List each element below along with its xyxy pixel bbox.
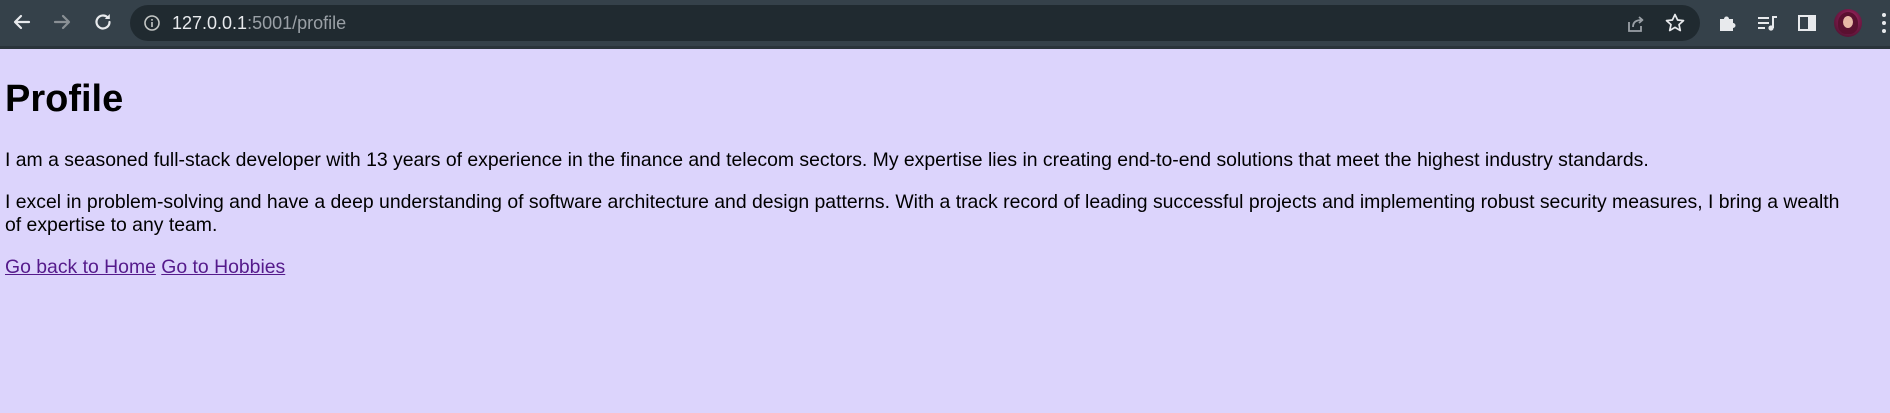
- star-icon[interactable]: [1664, 12, 1686, 34]
- arrow-right-icon: [53, 14, 71, 30]
- side-panel-icon: [1798, 15, 1816, 31]
- page-title: Profile: [5, 78, 124, 120]
- profile-paragraph-2-line-1: I excel in problem-solving and have a de…: [5, 191, 1840, 213]
- profile-paragraph-1: I am a seasoned full-stack developer wit…: [5, 149, 1649, 171]
- avatar[interactable]: [1834, 9, 1862, 37]
- reload-icon: [95, 14, 111, 30]
- media-playlist-icon: [1758, 16, 1777, 31]
- address-bar[interactable]: 127.0.0.1:5001/profile: [130, 5, 1700, 41]
- extensions-button[interactable]: [1715, 11, 1739, 35]
- url-path: :5001/profile: [247, 13, 347, 33]
- reload-button[interactable]: [90, 9, 116, 35]
- back-button[interactable]: [9, 9, 35, 35]
- home-link[interactable]: Go back to Home: [5, 256, 156, 278]
- browser-toolbar: 127.0.0.1:5001/profile: [0, 0, 1890, 49]
- media-control-button[interactable]: [1755, 11, 1779, 35]
- hobbies-link[interactable]: Go to Hobbies: [161, 256, 285, 278]
- profile-paragraph-2-line-2: of expertise to any team.: [5, 214, 218, 236]
- side-panel-button[interactable]: [1795, 11, 1819, 35]
- url-host: 127.0.0.1: [172, 13, 248, 33]
- puzzle-icon: [1720, 16, 1736, 31]
- avatar-face: [1843, 16, 1853, 28]
- share-icon[interactable]: [1625, 13, 1647, 35]
- nav-links: Go back to Home Go to Hobbies: [5, 256, 285, 279]
- toolbar-divider: [0, 46, 1890, 49]
- forward-button[interactable]: [49, 9, 75, 35]
- kebab-menu-icon[interactable]: [1879, 12, 1890, 34]
- url-text[interactable]: 127.0.0.1:5001/profile: [172, 5, 346, 41]
- info-icon[interactable]: [143, 14, 161, 32]
- arrow-left-icon: [13, 14, 31, 30]
